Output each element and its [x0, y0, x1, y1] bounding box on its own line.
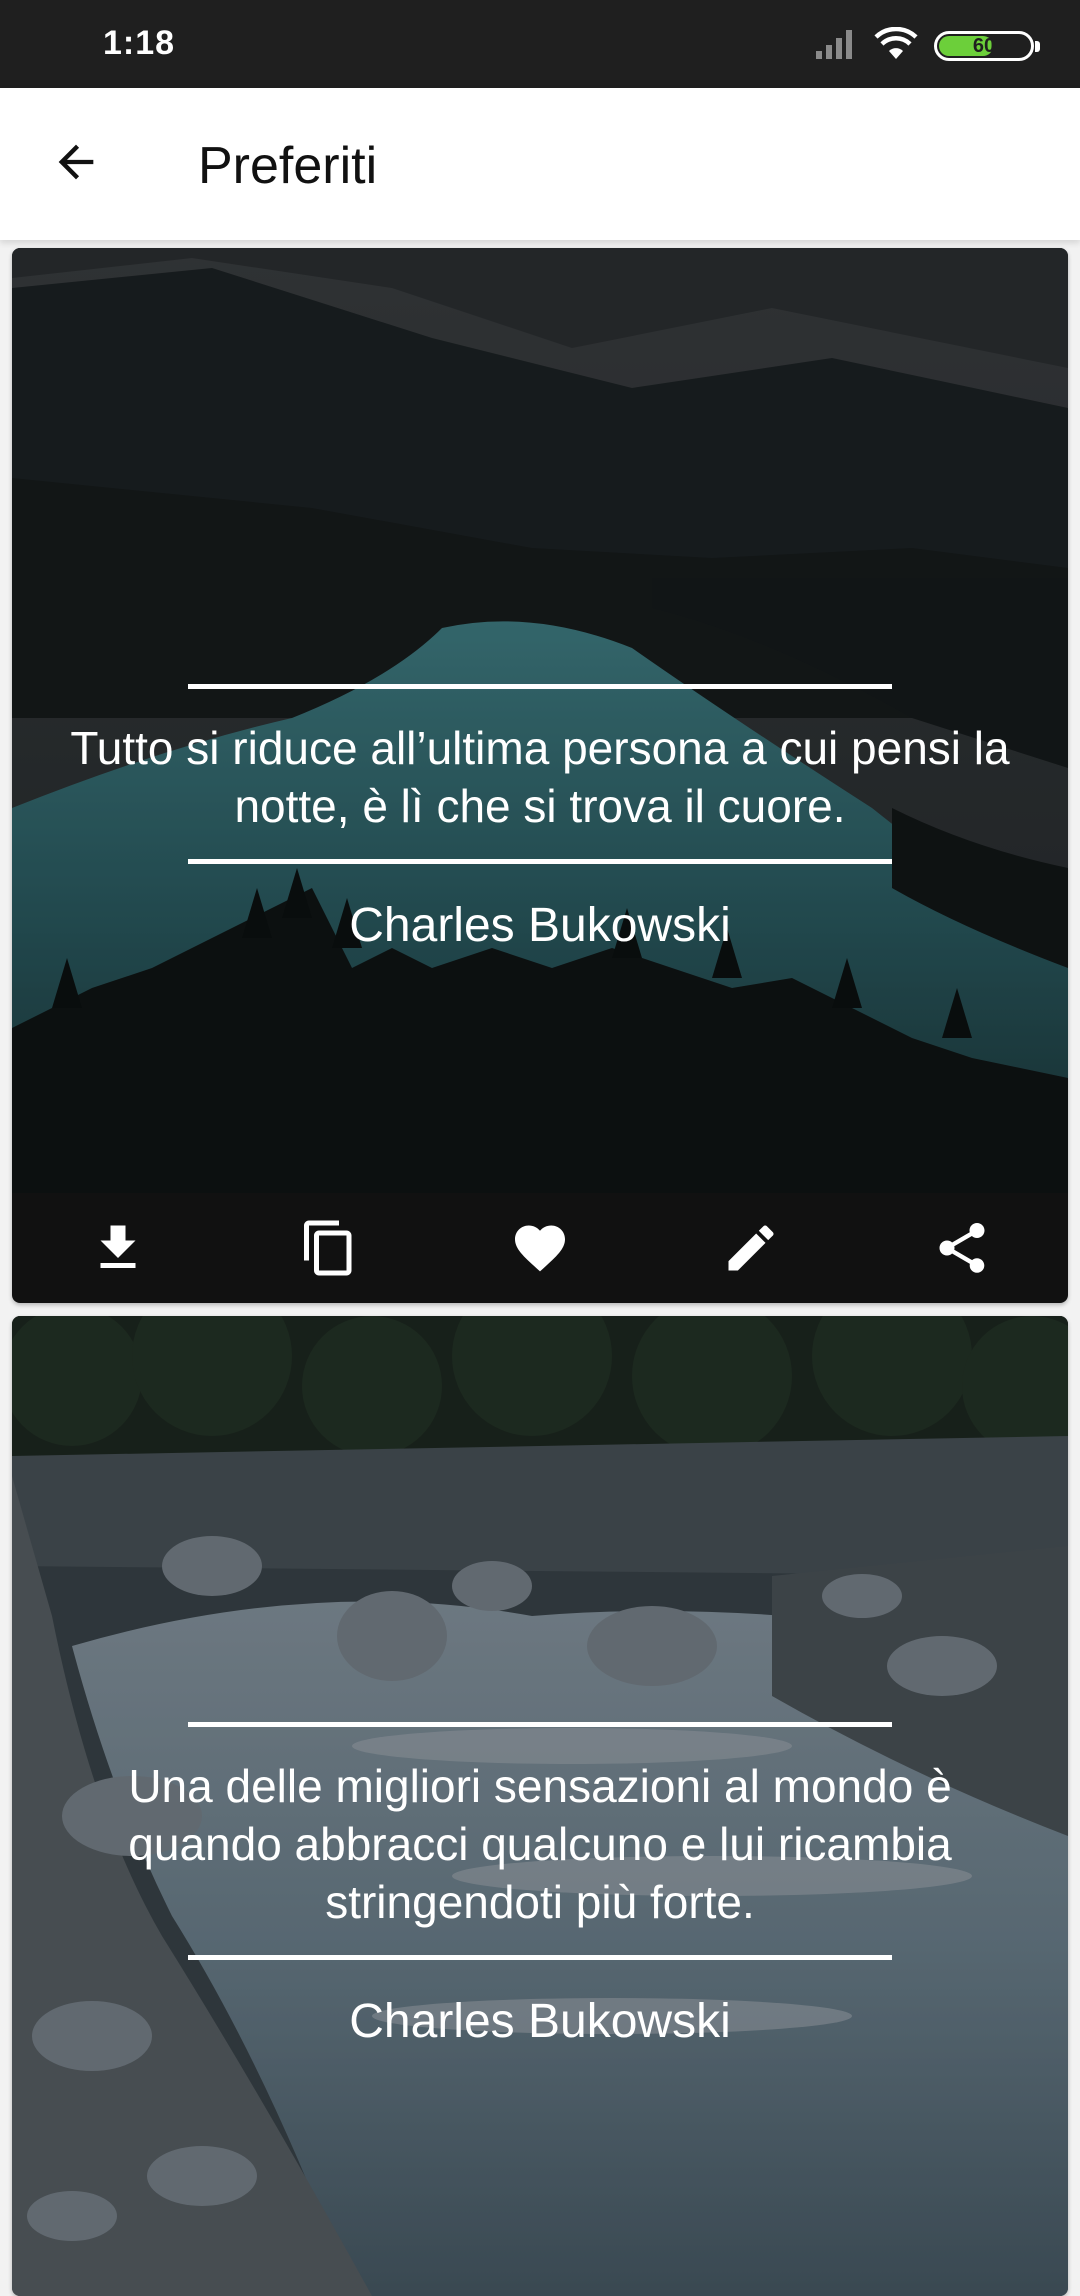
favorite-button[interactable] [495, 1203, 585, 1293]
page-title: Preferiti [198, 137, 378, 195]
card-action-bar [12, 1193, 1068, 1303]
copy-icon [303, 1220, 352, 1276]
quote-text: Una delle migliori sensazioni al mondo è… [128, 1760, 952, 1928]
battery-icon: 60 [934, 31, 1040, 61]
battery-level: 60 [972, 34, 996, 57]
app-bar: Preferiti [0, 88, 1080, 240]
status-bar: 1:18 60 [0, 0, 1080, 88]
arrow-back-icon [50, 136, 102, 193]
edit-icon [728, 1225, 774, 1271]
copy-button[interactable] [284, 1203, 374, 1293]
signal-icon [814, 27, 858, 66]
edit-button[interactable] [706, 1203, 796, 1293]
quote-card[interactable]: Tutto si riduce all’ultima persona a cui… [12, 248, 1068, 1303]
quote-divider-bottom [188, 1955, 892, 1960]
quote-block: Una delle migliori sensazioni al mondo è… [12, 1722, 1068, 2049]
share-icon [939, 1223, 985, 1273]
heart-icon [514, 1225, 565, 1272]
download-button[interactable] [73, 1203, 163, 1293]
quote-text: Tutto si riduce all’ultima persona a cui… [70, 722, 1010, 832]
quote-divider-bottom [188, 859, 892, 864]
status-icons: 60 [814, 26, 1040, 66]
quote-author: Charles Bukowski [349, 1995, 731, 2048]
download-icon [100, 1225, 136, 1268]
battery-nub [1035, 41, 1040, 52]
back-button[interactable] [38, 126, 114, 202]
quote-block: Tutto si riduce all’ultima persona a cui… [12, 684, 1068, 953]
share-button[interactable] [917, 1203, 1007, 1293]
status-time: 1:18 [103, 24, 176, 62]
quote-card[interactable]: Una delle migliori sensazioni al mondo è… [12, 1316, 1068, 2296]
quote-author: Charles Bukowski [349, 899, 731, 952]
wifi-icon [874, 26, 918, 66]
